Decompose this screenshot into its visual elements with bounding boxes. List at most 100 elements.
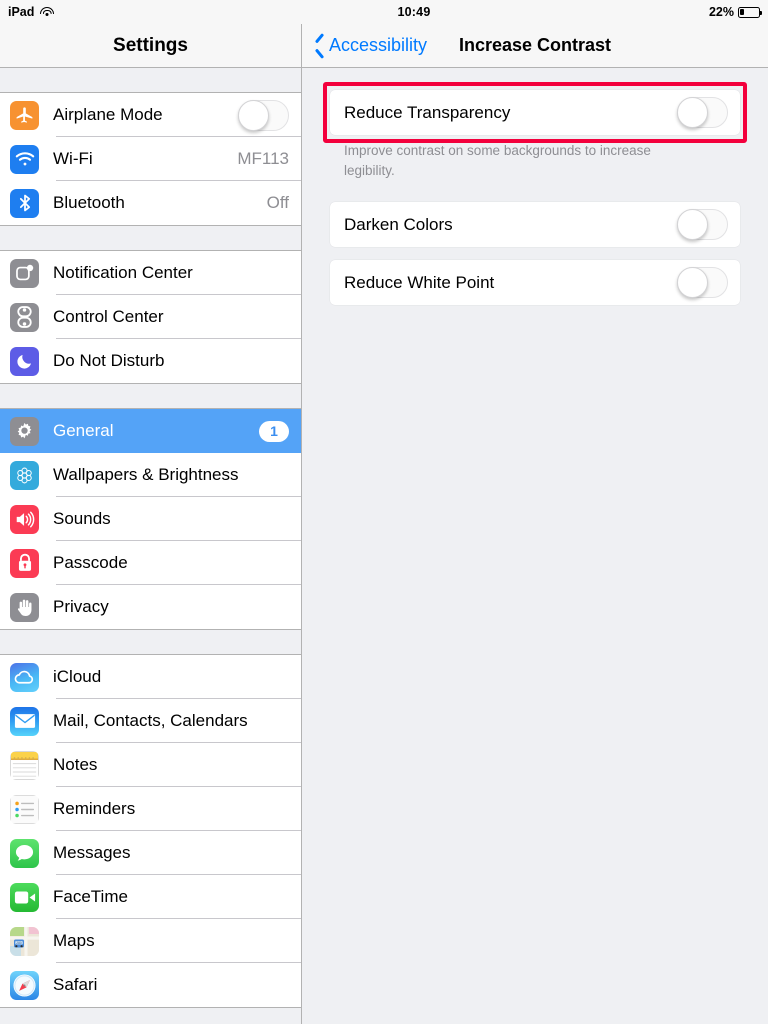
reminders-icon — [10, 794, 39, 824]
setting-row-label: Reduce White Point — [344, 272, 495, 292]
sidebar-item-facetime[interactable]: FaceTime — [0, 875, 301, 919]
mail-icon — [10, 706, 39, 736]
sidebar-item-label: Do Not Disturb — [53, 351, 165, 370]
setting-row-label: Darken Colors — [344, 214, 453, 234]
setting-footnote: Improve contrast on some backgrounds to … — [344, 143, 651, 178]
back-button-label: Accessibility — [329, 35, 428, 55]
sidebar-item-label: iCloud — [53, 667, 102, 686]
clock: 10:49 — [397, 5, 431, 19]
setting-toggle[interactable] — [677, 209, 728, 241]
sidebar-item-sounds[interactable]: Sounds — [0, 497, 301, 541]
sidebar-item-label: Mail, Contacts, Calendars — [53, 711, 248, 730]
sidebar-item-wi-fi[interactable]: Wi-Fi MF113 — [0, 137, 301, 181]
sidebar-nav-bar: Settings — [0, 24, 302, 67]
setting-row-darken-colors[interactable]: Darken Colors — [330, 202, 740, 248]
sidebar-item-label: Safari — [53, 975, 98, 994]
status-bar-right: 22% — [708, 5, 763, 19]
sidebar-item-label: Notes — [53, 755, 98, 774]
notes-icon — [10, 750, 39, 780]
messages-icon — [10, 838, 39, 868]
sidebar-item-wallpapers-brightness[interactable]: Wallpapers & Brightness — [0, 453, 301, 497]
speaker-icon — [10, 504, 39, 534]
wallpaper-icon — [10, 460, 39, 490]
sidebar-group: Airplane Mode Wi-Fi MF113 Bluetooth Off — [0, 92, 301, 226]
status-bar-center: 10:49 — [0, 5, 768, 19]
sidebar-item-label: Passcode — [53, 553, 128, 572]
sidebar-item-control-center[interactable]: Control Center — [0, 295, 301, 339]
sidebar-item-value: Off — [266, 193, 289, 212]
svg-text:280: 280 — [16, 941, 22, 945]
sidebar-item-value: MF113 — [237, 149, 289, 168]
moon-icon — [10, 346, 39, 376]
sidebar-item-do-not-disturb[interactable]: Do Not Disturb — [0, 339, 301, 383]
navigation-bar: Settings Accessibility Increase Contrast — [0, 24, 768, 68]
facetime-icon — [10, 882, 39, 912]
icloud-icon — [10, 662, 39, 692]
status-badge: 1 — [259, 420, 289, 442]
toggle-knob — [677, 267, 708, 299]
sidebar-item-bluetooth[interactable]: Bluetooth Off — [0, 181, 301, 225]
sidebar-item-icloud[interactable]: iCloud — [0, 655, 301, 699]
gear-icon — [10, 416, 39, 446]
sidebar-item-label: Control Center — [53, 307, 164, 326]
battery-percent-label: 22% — [708, 5, 734, 19]
split-view: Airplane Mode Wi-Fi MF113 Bluetooth Off Notif… — [0, 68, 768, 1024]
maps-icon: 280 — [10, 926, 39, 956]
toggle-knob — [238, 99, 269, 131]
setting-row-label: Reduce Transparency — [344, 102, 511, 122]
lock-icon — [10, 548, 39, 578]
sidebar-item-maps[interactable]: 280 Maps — [0, 919, 301, 963]
wifi-icon — [10, 144, 39, 174]
back-button[interactable]: Accessibility — [314, 35, 427, 56]
sidebar-item-label: FaceTime — [53, 887, 128, 906]
sidebar-item-label: Maps — [53, 931, 95, 950]
settings-sidebar[interactable]: Airplane Mode Wi-Fi MF113 Bluetooth Off Notif… — [0, 68, 302, 1024]
sidebar-item-label: Notification Center — [53, 263, 193, 282]
sidebar-item-safari[interactable]: Safari — [0, 963, 301, 1007]
sidebar-item-reminders[interactable]: Reminders — [0, 787, 301, 831]
sidebar-group: Notification Center Control Center Do Not … — [0, 250, 301, 384]
ipad-settings-screen: iPad 10:49 22% Settings Accessibility In… — [0, 0, 768, 1024]
sidebar-group: iCloud Mail, Contacts, Calendars Notes Remi… — [0, 654, 301, 1008]
sidebar-item-label: Airplane Mode — [53, 105, 163, 124]
sidebar-item-label: Reminders — [53, 799, 136, 818]
sidebar-item-passcode[interactable]: Passcode — [0, 541, 301, 585]
increase-contrast-pane: Reduce Transparency Improve contrast on s… — [302, 68, 768, 1024]
sidebar-item-label: General — [53, 421, 114, 440]
sidebar-item-label: Bluetooth — [53, 193, 125, 212]
sidebar-item-airplane-mode[interactable]: Airplane Mode — [0, 93, 301, 137]
setting-toggle[interactable] — [677, 97, 728, 128]
bluetooth-icon — [10, 188, 39, 218]
sidebar-item-label: Wallpapers & Brightness — [53, 465, 239, 484]
battery-icon — [738, 6, 763, 18]
sidebar-item-privacy[interactable]: Privacy — [0, 585, 301, 629]
safari-icon — [10, 970, 39, 1000]
page-title: Settings — [113, 34, 188, 56]
setting-toggle[interactable] — [677, 267, 728, 299]
sidebar-item-messages[interactable]: Messages — [0, 831, 301, 875]
setting-row-reduce-transparency[interactable]: Reduce Transparency — [330, 90, 740, 135]
sidebar-group: General 1 Wallpapers & Brightness Sounds Pas… — [0, 408, 301, 630]
sidebar-item-label: Messages — [53, 843, 131, 862]
sidebar-item-label: Privacy — [53, 597, 109, 616]
sidebar-item-notification-center[interactable]: Notification Center — [0, 251, 301, 295]
setting-row-reduce-white-point[interactable]: Reduce White Point — [330, 260, 740, 306]
sidebar-item-label: Sounds — [53, 509, 111, 528]
control-center-icon — [10, 302, 39, 332]
detail-nav-bar: Accessibility Increase Contrast — [302, 24, 768, 67]
sidebar-item-mail-contacts-calendars[interactable]: Mail, Contacts, Calendars — [0, 699, 301, 743]
chevron-left-icon — [314, 37, 325, 55]
sidebar-item-general[interactable]: General 1 — [0, 409, 301, 453]
hand-icon — [10, 592, 39, 622]
airplane-mode-toggle[interactable] — [238, 99, 289, 131]
status-bar: iPad 10:49 22% — [0, 0, 768, 24]
sidebar-item-notes[interactable]: Notes — [0, 743, 301, 787]
toggle-knob — [677, 209, 708, 241]
toggle-knob — [677, 97, 708, 128]
